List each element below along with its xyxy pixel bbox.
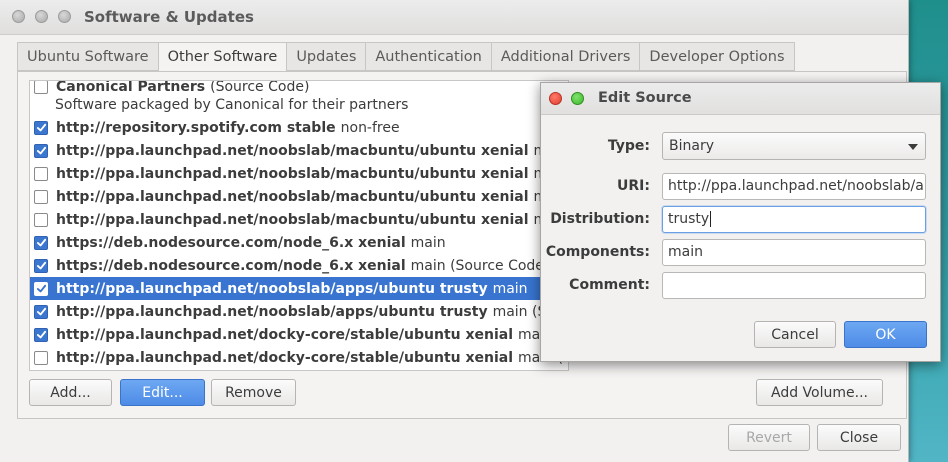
source-url: http://ppa.launchpad.net/noobslab/macbun… (56, 188, 529, 205)
type-label: Type: (607, 138, 650, 154)
window-title: Software & Updates (84, 8, 254, 26)
add-button[interactable]: Add... (29, 379, 112, 406)
source-url: http://repository.spotify.com stable (56, 119, 336, 136)
source-url: http://ppa.launchpad.net/noobslab/apps/u… (56, 280, 488, 297)
source-url: https://deb.nodesource.com/node_6.x xeni… (56, 257, 406, 274)
tab-authentication[interactable]: Authentication (366, 42, 492, 71)
close-window-icon[interactable] (12, 10, 25, 23)
source-row[interactable]: http://ppa.launchpad.net/noobslab/apps/u… (30, 300, 568, 323)
source-url: http://ppa.launchpad.net/docky-core/stab… (56, 326, 514, 343)
distribution-field[interactable]: trusty (662, 206, 926, 233)
source-checkbox[interactable] (34, 189, 48, 204)
edit-button[interactable]: Edit... (120, 379, 205, 406)
source-row[interactable]: http://ppa.launchpad.net/noobslab/macbun… (30, 162, 568, 185)
type-value: Binary (669, 138, 714, 154)
source-checkbox[interactable] (34, 235, 48, 250)
source-row[interactable]: http://repository.spotify.com stable non-… (30, 116, 568, 139)
source-component: non-free (340, 119, 400, 136)
components-value: main (668, 244, 703, 260)
dialog-close-icon[interactable] (549, 92, 562, 105)
source-row[interactable]: https://deb.nodesource.com/node_6.x xeni… (30, 254, 568, 277)
maximize-window-icon[interactable] (58, 10, 71, 23)
distribution-value: trusty (668, 211, 710, 227)
dialog-maximize-icon[interactable] (571, 92, 584, 105)
cancel-button[interactable]: Cancel (754, 321, 836, 348)
source-checkbox[interactable] (34, 166, 48, 181)
source-component: main (410, 234, 446, 251)
add-volume-button[interactable]: Add Volume... (756, 379, 883, 406)
source-description-text: Software packaged by Canonical for their… (55, 96, 409, 113)
source-checkbox[interactable] (34, 258, 48, 273)
source-row[interactable]: http://ppa.launchpad.net/noobslab/macbun… (30, 208, 568, 231)
source-url: https://deb.nodesource.com/node_6.x xeni… (56, 234, 406, 251)
source-list[interactable]: Canonical Partners (Source Code) Software … (29, 80, 569, 371)
window-titlebar[interactable]: Software & Updates (0, 0, 908, 35)
comment-field[interactable] (662, 272, 926, 299)
source-url: http://ppa.launchpad.net/docky-core/stab… (56, 349, 514, 366)
tab-developer-options[interactable]: Developer Options (640, 42, 795, 71)
source-checkbox[interactable] (34, 304, 48, 319)
type-combo[interactable]: Binary (662, 132, 926, 160)
source-row[interactable]: http://ppa.launchpad.net/noobslab/apps/u… (30, 277, 568, 300)
source-row[interactable]: http://ppa.launchpad.net/noobslab/macbun… (30, 185, 568, 208)
comment-label: Comment: (569, 277, 650, 293)
source-url: http://ppa.launchpad.net/noobslab/macbun… (56, 165, 529, 182)
source-checkbox[interactable] (34, 281, 48, 296)
minimize-window-icon[interactable] (35, 10, 48, 23)
tab-other-software[interactable]: Other Software (158, 42, 288, 73)
uri-label: URI: (617, 178, 650, 194)
edit-source-dialog: Edit Source Type: Binary URI: http://ppa… (540, 82, 941, 362)
source-checkbox[interactable] (34, 81, 48, 94)
tab-additional-drivers[interactable]: Additional Drivers (491, 42, 641, 71)
source-row[interactable]: http://ppa.launchpad.net/docky-core/stab… (30, 323, 568, 346)
text-caret (710, 211, 712, 227)
source-row[interactable]: http://ppa.launchpad.net/noobslab/macbun… (30, 139, 568, 162)
source-checkbox[interactable] (34, 212, 48, 227)
source-row[interactable]: https://deb.nodesource.com/node_6.x xeni… (30, 231, 568, 254)
revert-button[interactable]: Revert (728, 424, 810, 451)
uri-field[interactable]: http://ppa.launchpad.net/noobslab/a (662, 173, 926, 200)
tab-updates[interactable]: Updates (287, 42, 367, 71)
dialog-title: Edit Source (598, 90, 692, 106)
dialog-titlebar[interactable]: Edit Source (541, 83, 940, 115)
remove-button[interactable]: Remove (211, 379, 296, 406)
source-checkbox[interactable] (34, 120, 48, 135)
components-label: Components: (545, 244, 650, 260)
distribution-label: Distribution: (550, 211, 650, 227)
source-component: main (492, 280, 528, 297)
source-component: main (Source Code) (410, 257, 550, 274)
uri-value: http://ppa.launchpad.net/noobslab/a (668, 178, 924, 194)
source-checkbox[interactable] (34, 327, 48, 342)
close-button[interactable]: Close (817, 424, 901, 451)
source-checkbox[interactable] (34, 143, 48, 158)
source-url: http://ppa.launchpad.net/noobslab/apps/u… (56, 303, 488, 320)
source-checkbox[interactable] (34, 350, 48, 365)
source-url: http://ppa.launchpad.net/noobslab/macbun… (56, 211, 529, 228)
ok-button[interactable]: OK (844, 321, 927, 348)
tab-bar: Ubuntu Software Other Software Updates A… (17, 42, 795, 73)
tab-ubuntu-software[interactable]: Ubuntu Software (17, 42, 159, 71)
components-field[interactable]: main (662, 239, 926, 266)
chevron-down-icon (908, 144, 918, 150)
source-description: Software packaged by Canonical for their… (30, 93, 568, 116)
source-url: http://ppa.launchpad.net/noobslab/macbun… (56, 142, 529, 159)
source-row[interactable]: http://ppa.launchpad.net/docky-core/stab… (30, 346, 568, 369)
